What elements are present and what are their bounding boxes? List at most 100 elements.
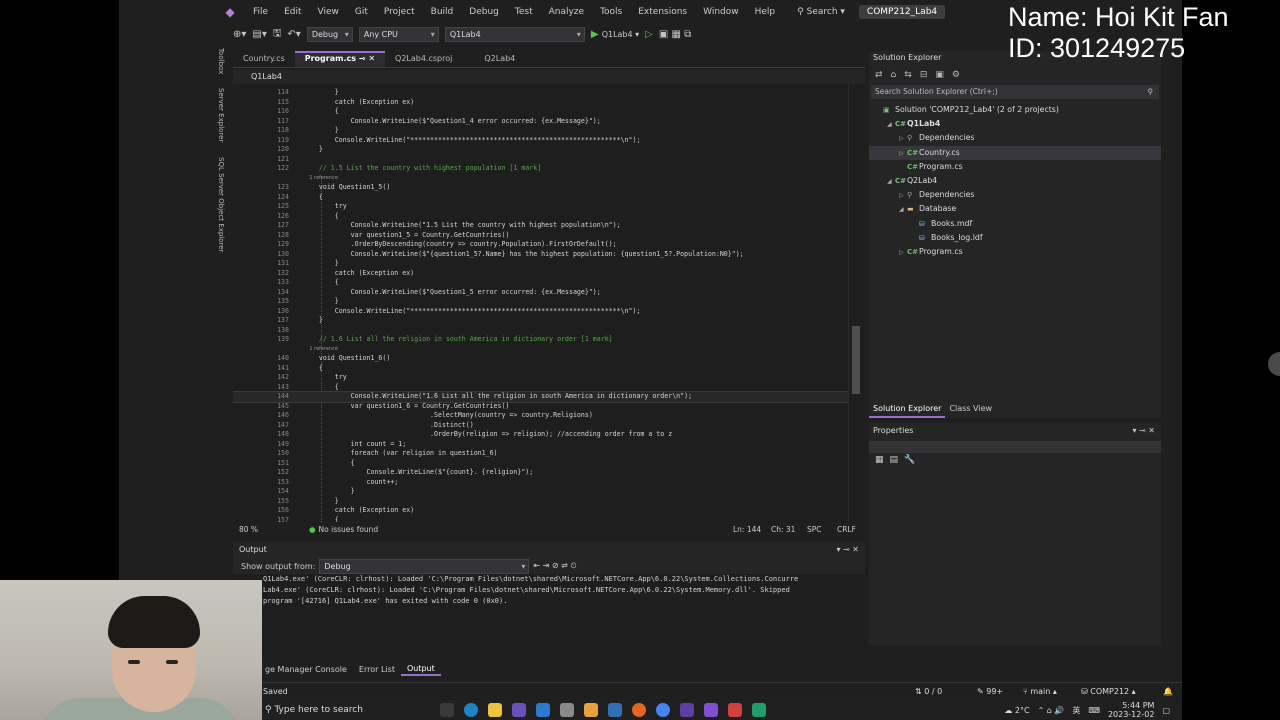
code-line[interactable]: 120 } — [233, 145, 848, 155]
code-line[interactable]: 142 try — [233, 373, 848, 383]
menu-tools[interactable]: Tools — [592, 7, 630, 17]
app-icon[interactable] — [560, 703, 574, 717]
file-explorer-icon[interactable] — [488, 703, 502, 717]
code-line[interactable]: 122 // 1.5 List the country with highest… — [233, 164, 848, 174]
keyboard-icon[interactable]: ⌨ — [1088, 706, 1100, 715]
pending-changes[interactable]: ✎ 99+ — [977, 687, 1003, 696]
code-line[interactable]: 130 Console.WriteLine($"{question1_5?.Na… — [233, 250, 848, 260]
tree-item[interactable]: ▷ ⚲ Dependencies — [869, 188, 1161, 202]
tree-item[interactable]: ▣ Solution 'COMP212_Lab4' (2 of 2 project… — [869, 103, 1161, 117]
task-view-icon[interactable] — [440, 703, 454, 717]
tab-solution-explorer[interactable]: Solution Explorer — [869, 402, 946, 418]
code-line[interactable]: 127 Console.WriteLine("1.5 List the coun… — [233, 221, 848, 231]
code-line[interactable]: 134 Console.WriteLine($"Question1_5 erro… — [233, 288, 848, 298]
code-line[interactable]: 116 { — [233, 107, 848, 117]
editor-scrollbar[interactable] — [848, 84, 862, 522]
collapse-all-icon[interactable]: ⊟ — [920, 70, 928, 80]
code-line[interactable]: 136 Console.WriteLine("*****************… — [233, 307, 848, 317]
code-line[interactable]: 117 Console.WriteLine($"Question1_4 erro… — [233, 117, 848, 127]
weather[interactable]: ☁ 2°C — [1004, 706, 1029, 715]
clock[interactable]: 5:44 PM 2023-12-02 — [1108, 701, 1155, 719]
code-line[interactable]: 135 } — [233, 297, 848, 307]
code-line[interactable]: 154 } — [233, 487, 848, 497]
git-repo[interactable]: ⛁ COMP212 ▴ — [1081, 687, 1136, 696]
code-line[interactable]: 118 } — [233, 126, 848, 136]
back-icon[interactable]: ⊕▾ — [233, 29, 246, 40]
home-icon[interactable]: ⌂ — [891, 70, 897, 80]
code-line[interactable]: 119 Console.WriteLine("*****************… — [233, 136, 848, 146]
tab-q2lab4-csproj[interactable]: Q2Lab4.csproj — [385, 51, 462, 67]
visual-studio-icon[interactable] — [512, 703, 526, 717]
code-line[interactable]: 132 catch (Exception ex) — [233, 269, 848, 279]
tree-item[interactable]: ◢ C#Q1Lab4 — [869, 117, 1161, 131]
code-line[interactable]: 150 foreach (var religion in question1_6… — [233, 449, 848, 459]
menu-window[interactable]: Window — [695, 7, 747, 17]
new-item-icon[interactable]: ▤▾ — [252, 29, 266, 40]
tab-package-manager-console[interactable]: ge Manager Console — [259, 664, 353, 675]
expand-arrow-icon[interactable]: ▷ — [899, 147, 907, 161]
save-icon[interactable]: 🖫 — [273, 26, 282, 43]
code-line[interactable]: 155 } — [233, 497, 848, 507]
code-line[interactable]: 149 int count = 1; — [233, 440, 848, 450]
issues-indicator[interactable]: ● No issues found — [309, 525, 378, 534]
tree-item[interactable]: ◢ ▬ Database — [869, 202, 1161, 216]
start-debugging-button[interactable]: ▶ Q1Lab4 ▾ — [591, 29, 639, 40]
code-line[interactable]: 140 void Question1_6() — [233, 354, 848, 364]
zoom-level[interactable]: 80 % — [239, 525, 258, 534]
code-line[interactable]: 156 catch (Exception ex) — [233, 506, 848, 516]
code-line[interactable]: 141 { — [233, 364, 848, 374]
properties-icon[interactable]: ⚙ — [952, 70, 960, 80]
switch-views-icon[interactable]: ⇆ — [904, 70, 912, 80]
taskbar-search[interactable]: ⚲ Type here to search — [265, 705, 435, 715]
code-line[interactable]: 125 try — [233, 202, 848, 212]
menu-git[interactable]: Git — [347, 7, 376, 17]
menu-help[interactable]: Help — [747, 7, 784, 17]
undo-icon[interactable]: ↶▾ — [287, 29, 300, 40]
menu-analyze[interactable]: Analyze — [541, 7, 592, 17]
expand-arrow-icon[interactable]: ▷ — [899, 132, 907, 146]
app-icon[interactable] — [584, 703, 598, 717]
code-line[interactable]: 147 .Distinct() — [233, 421, 848, 431]
reference-count[interactable]: 1 reference — [303, 345, 338, 355]
scroll-thumb[interactable] — [852, 326, 860, 394]
alphabetical-icon[interactable]: ▤ — [890, 455, 899, 469]
output-tools-icon[interactable]: ⇤ ⇥ ⊘ ⇌ ⏲ — [533, 561, 576, 571]
code-line[interactable]: 153 count++; — [233, 478, 848, 488]
tree-item[interactable]: ▷ C#Country.cs — [869, 145, 1161, 161]
input-language[interactable]: 英 — [1072, 705, 1080, 716]
toolbar-misc-icon[interactable]: ▣ ▦ ⧉ — [659, 29, 691, 40]
code-line[interactable]: 137 } — [233, 316, 848, 326]
server-explorer-tab[interactable]: Server Explorer — [217, 88, 225, 142]
code-line[interactable]: 145 var question1_6 = Country.GetCountri… — [233, 402, 848, 412]
platform-select[interactable]: Any CPU — [358, 26, 439, 42]
error-count[interactable]: ⇅ 0 / 0 — [915, 687, 942, 696]
menu-debug[interactable]: Debug — [461, 7, 507, 17]
code-line[interactable]: 148 .OrderBy(religion => religion); //ac… — [233, 430, 848, 440]
code-line[interactable]: 121 — [233, 155, 848, 165]
categorized-icon[interactable]: ▦ — [875, 455, 884, 469]
visual-studio-icon[interactable] — [704, 703, 718, 717]
pin-icon[interactable]: ⊸ — [359, 54, 366, 63]
menu-extensions[interactable]: Extensions — [630, 7, 695, 17]
code-line[interactable]: 131 } — [233, 259, 848, 269]
whitespace-mode[interactable]: SPC — [807, 525, 822, 534]
tree-item[interactable]: ◢ C#Q2Lab4 — [869, 174, 1161, 188]
properties-object-select[interactable] — [869, 441, 1161, 453]
line-ending[interactable]: CRLF — [837, 525, 856, 534]
tree-item[interactable]: ▷ ⚲ Dependencies — [869, 131, 1161, 145]
code-line[interactable]: 152 Console.WriteLine($"{count}. {religi… — [233, 468, 848, 478]
notification-center-icon[interactable]: ▢ — [1162, 706, 1170, 715]
git-branch[interactable]: ⑂ main ▴ — [1023, 687, 1057, 696]
close-icon[interactable]: ✕ — [368, 54, 375, 63]
tray-icons[interactable]: ⌃ ⌂ 🔊 — [1038, 706, 1065, 715]
code-line[interactable]: 146 .SelectMany(country => country.Relig… — [233, 411, 848, 421]
panel-controls-icon[interactable]: ▾ ⊸ ✕ — [1132, 423, 1155, 439]
solution-name-badge[interactable]: COMP212_Lab4 — [858, 5, 946, 19]
expand-arrow-icon[interactable]: ◢ — [887, 118, 895, 132]
menu-build[interactable]: Build — [423, 7, 462, 17]
firefox-icon[interactable] — [632, 703, 646, 717]
expand-arrow-icon[interactable]: ◢ — [887, 175, 895, 189]
code-line[interactable]: 126 { — [233, 212, 848, 222]
tab-class-view[interactable]: Class View — [945, 402, 996, 418]
code-line[interactable]: 143 { — [233, 383, 848, 393]
